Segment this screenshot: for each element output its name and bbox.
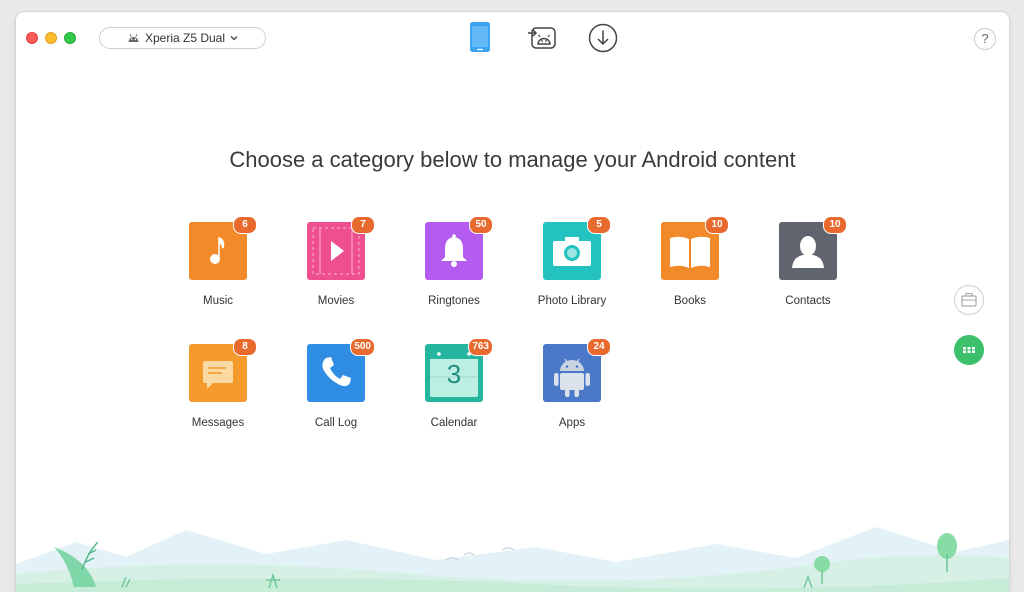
category-messages[interactable]: 8 Messages [163,338,273,429]
count-badge: 5 [587,216,611,234]
category-label: Calendar [430,417,478,429]
android-mover-tab[interactable] [527,23,557,56]
android-transfer-icon [528,27,556,49]
category-label: Apps [558,417,586,429]
count-badge: 7 [351,216,375,234]
help-label: ? [981,31,989,46]
count-badge: 763 [468,338,493,356]
briefcase-icon [961,292,977,307]
category-label: Movies [317,295,355,307]
count-badge: 10 [705,216,729,234]
landscape-illustration [16,527,1009,592]
category-view-button[interactable] [954,335,984,365]
chevron-down-icon [230,36,238,41]
category-label: Contacts [785,295,831,307]
category-label: Music [202,295,234,307]
android-icon [128,34,139,42]
open-book-icon: 10 [661,216,729,280]
category-books[interactable]: 10 Books [635,216,745,307]
category-label: Call Log [314,417,358,429]
count-badge: 10 [823,216,847,234]
app-window: Xperia Z5 Dual ? Choose a category below… [16,12,1009,592]
count-badge: 24 [587,338,611,356]
phone-handset-icon: 500 [307,338,375,402]
category-label: Messages [191,417,245,429]
category-label: Ringtones [428,295,480,307]
category-music[interactable]: 6 Music [163,216,273,307]
category-ringtones[interactable]: 50 Ringtones [399,216,509,307]
category-calendar[interactable]: 3 763 Calendar [399,338,509,429]
help-button[interactable]: ? [974,28,996,50]
page-title: Choose a category below to manage your A… [229,147,796,172]
category-label: Photo Library [537,295,607,307]
camera-icon: 5 [543,216,611,280]
window-close-button[interactable] [26,32,38,44]
count-badge: 50 [469,216,493,234]
person-silhouette-icon: 10 [779,216,847,280]
category-photo-library[interactable]: 5 Photo Library [517,216,627,307]
count-badge: 8 [233,338,257,356]
grid-icon [963,347,975,353]
device-manager-tab[interactable] [469,21,491,58]
category-call-log[interactable]: 500 Call Log [281,338,391,429]
calendar-day: 3 [446,359,462,389]
category-contacts[interactable]: 10 Contacts [753,216,863,307]
download-circle-icon [588,23,618,53]
bell-icon: 50 [425,216,493,280]
device-name: Xperia Z5 Dual [144,31,226,45]
downloader-tab[interactable] [588,23,618,58]
window-minimize-button[interactable] [45,32,57,44]
phone-icon [470,22,490,52]
count-badge: 6 [233,216,257,234]
android-robot-icon: 24 [543,338,611,402]
count-badge: 500 [350,338,375,356]
message-icon: 8 [189,338,257,402]
category-movies[interactable]: 7 Movies [281,216,391,307]
window-maximize-button[interactable] [64,32,76,44]
device-selector[interactable]: Xperia Z5 Dual [99,27,266,49]
calendar-icon: 3 763 [425,338,493,402]
category-label: Books [674,295,706,307]
play-film-icon: 7 [307,216,375,280]
category-apps[interactable]: 24 Apps [517,338,627,429]
toolkit-button[interactable] [954,285,984,315]
music-note-icon: 6 [189,216,257,280]
